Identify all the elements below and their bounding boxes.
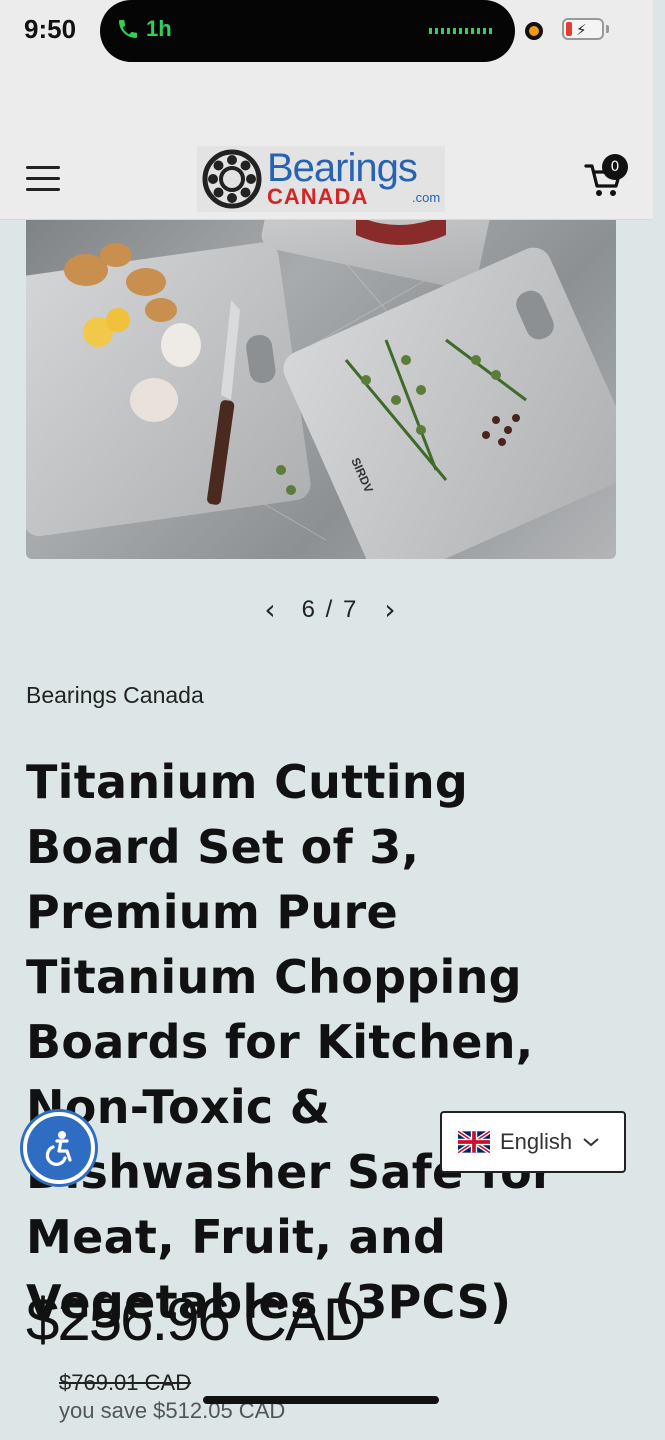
home-indicator[interactable] — [203, 1396, 439, 1404]
product-photo: SIRDV — [26, 220, 616, 559]
chevron-right-icon[interactable]: › — [375, 592, 405, 628]
chevron-left-icon[interactable]: ‹ — [255, 592, 285, 628]
accessibility-button[interactable] — [23, 1112, 95, 1184]
chevron-down-icon — [583, 1138, 599, 1147]
product-price: $256.96 CAD — [26, 1286, 366, 1353]
product-vendor[interactable]: Bearings Canada — [26, 682, 204, 709]
language-label: English — [500, 1129, 573, 1154]
image-pager: ‹ 6 / 7 › — [255, 592, 405, 628]
language-selector[interactable]: English — [440, 1111, 626, 1173]
uk-flag-icon — [458, 1131, 490, 1153]
accessibility-icon — [45, 1131, 72, 1166]
product-title: Titanium Cutting Board Set of 3, Premium… — [26, 755, 556, 1329]
product-image[interactable]: SIRDV — [26, 220, 616, 559]
image-counter: 6 / 7 — [301, 596, 359, 623]
compare-at-price: $769.01 CAD — [59, 1370, 192, 1395]
